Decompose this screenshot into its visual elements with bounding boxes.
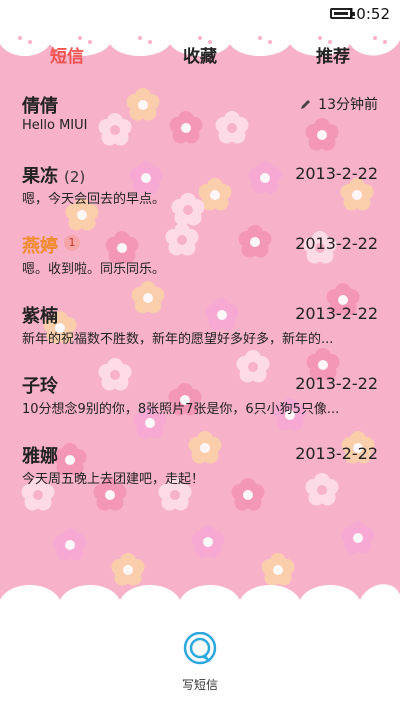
chat-bubble-icon [183,632,217,665]
message-time: 13分钟前 [318,97,378,113]
message-time: 2013-2-22 [295,374,378,393]
conversation-row[interactable]: 倩倩 Hello MIUI 13分钟前 [0,88,400,156]
message-preview: Hello MIUI [22,118,88,133]
conversation-row[interactable]: 子玲 10分想念9别的你，8张照片7张是你，6只小狗5只像... 2013-2-… [0,368,400,436]
conversation-row[interactable]: 燕婷 1 嗯。收到啦。同乐同乐。 2013-2-22 [0,228,400,296]
message-time: 2013-2-22 [295,164,378,183]
contact-name: 雅娜 [22,446,58,467]
tab-messages[interactable]: 短信 [50,42,84,67]
status-bar: 10:52 [0,0,400,30]
message-preview: 10分想念9别的你，8张照片7张是你，6只小狗5只像... [22,402,340,417]
conversation-row[interactable]: 紫楠 新年的祝福数不胜数，新年的愿望好多好多，新年的... 2013-2-22 [0,298,400,366]
compose-button[interactable]: 写短信 [172,632,228,696]
tab-recommended[interactable]: 推荐 [316,42,350,67]
contact-name: 果冻 (2) [22,166,86,187]
contact-name: 紫楠 [22,306,58,327]
lace-border-bottom [0,584,400,620]
message-preview: 嗯。收到啦。同乐同乐。 [22,262,166,277]
message-time: 2013-2-22 [295,444,378,463]
status-time: 10:52 [346,5,390,23]
tab-favorites[interactable]: 收藏 [183,42,217,67]
conversation-row[interactable]: 雅娜 今天周五晚上去团建吧，走起！ 2013-2-22 [0,438,400,506]
compose-label: 写短信 [181,678,218,692]
contact-name: 燕婷 [22,236,58,257]
contact-name: 倩倩 [22,96,58,117]
message-preview: 嗯，今天会回去的早点。 [22,192,166,207]
contact-name: 子玲 [22,376,58,397]
message-preview: 新年的祝福数不胜数，新年的愿望好多好多，新年的... [22,332,334,347]
conversation-row[interactable]: 果冻 (2) 嗯，今天会回去的早点。 2013-2-22 [0,158,400,226]
message-time: 2013-2-22 [295,234,378,253]
message-count: (2) [64,168,86,186]
message-time: 2013-2-22 [295,304,378,323]
unread-badge: 1 [64,235,80,251]
message-preview: 今天周五晚上去团建吧，走起！ [22,472,205,487]
draft-pencil-icon [301,100,311,109]
tab-bar: 短信 收藏 推荐 [0,30,400,74]
